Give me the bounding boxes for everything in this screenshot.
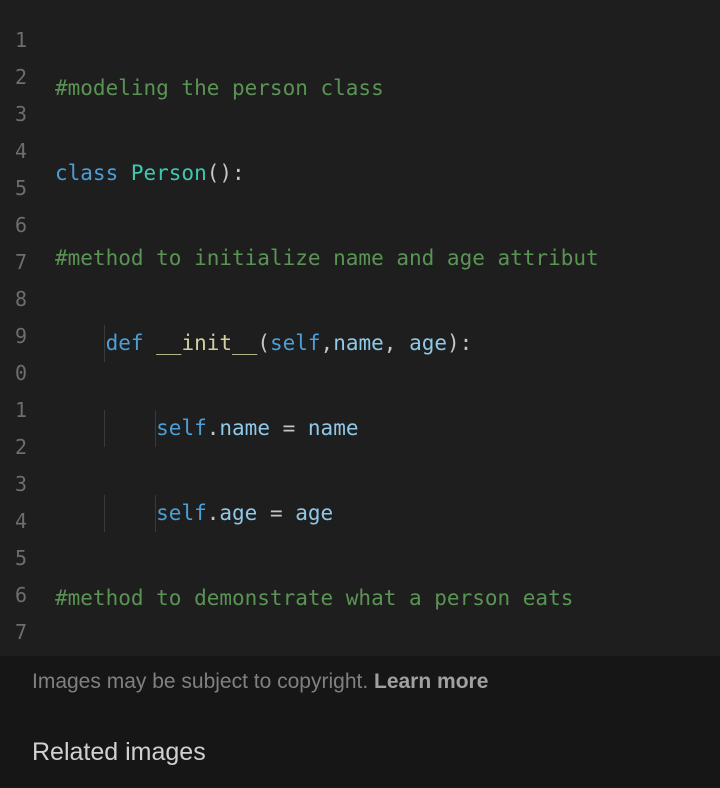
code-editor[interactable]: 1 2 3 4 5 6 7 8 9 0 1 2 3 4 5 6 7 #model… — [0, 0, 720, 656]
line-number: 3 — [0, 466, 27, 503]
line-number-gutter: 1 2 3 4 5 6 7 8 9 0 1 2 3 4 5 6 7 — [0, 0, 35, 656]
line-number: 3 — [0, 96, 27, 133]
code-line: #modeling the person class — [55, 70, 720, 107]
line-number: 2 — [0, 59, 27, 96]
line-number: 2 — [0, 429, 27, 466]
line-number: 1 — [0, 392, 27, 429]
line-number: 1 — [0, 22, 27, 59]
line-number: 8 — [0, 281, 27, 318]
line-number: 4 — [0, 503, 27, 540]
code-line: self.name = name — [55, 410, 720, 447]
line-number: 6 — [0, 207, 27, 244]
code-area[interactable]: #modeling the person class class Person(… — [35, 0, 720, 656]
line-number: 0 — [0, 355, 27, 392]
line-number: 7 — [0, 614, 27, 651]
line-number: 5 — [0, 540, 27, 577]
line-number: 5 — [0, 170, 27, 207]
code-line: self.age = age — [55, 495, 720, 532]
code-line: #method to demonstrate what a person eat… — [55, 580, 720, 617]
footer: Images may be subject to copyright. Lear… — [0, 656, 720, 787]
line-number: 7 — [0, 244, 27, 281]
line-number: 9 — [0, 318, 27, 355]
line-number: 4 — [0, 133, 27, 170]
learn-more-link[interactable]: Learn more — [374, 670, 488, 693]
code-line: class Person(): — [55, 155, 720, 192]
code-line: #method to initialize name and age attri… — [55, 240, 720, 277]
related-images-heading: Related images — [32, 718, 688, 787]
copyright-notice: Images may be subject to copyright. Lear… — [32, 656, 688, 718]
code-line: def __init__(self,name, age): — [55, 325, 720, 362]
line-number: 6 — [0, 577, 27, 614]
